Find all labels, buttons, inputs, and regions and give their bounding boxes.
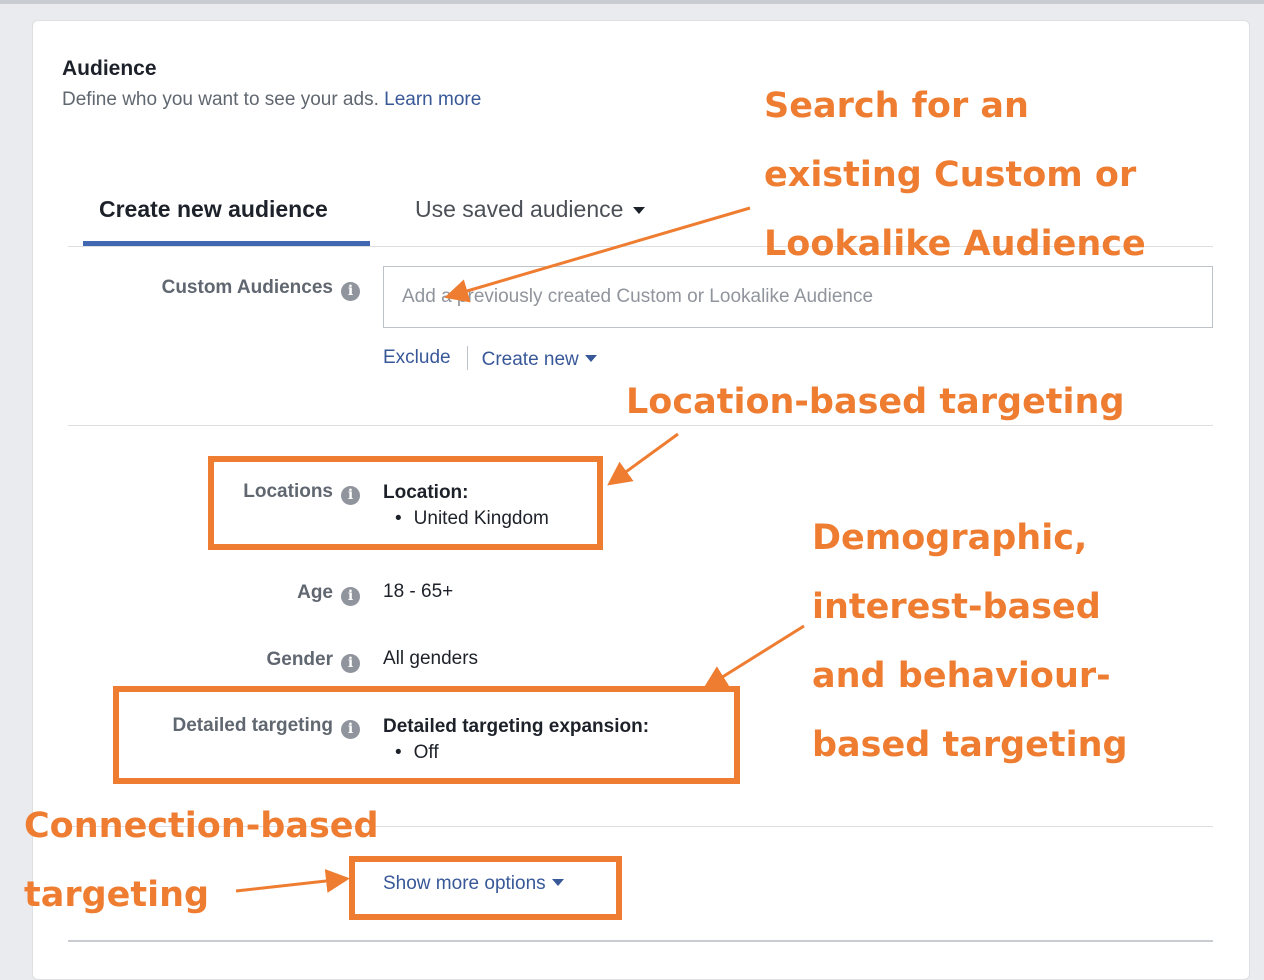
search-annotation: Search for an existing Custom or Lookali… — [764, 72, 1146, 279]
annotation-line: existing Custom or — [764, 155, 1137, 195]
connection-annotation: Connection-based targeting — [24, 792, 379, 930]
location-annotation: Location-based targeting — [626, 382, 1125, 422]
location-annotation-arrow — [607, 432, 679, 486]
annotation-line: Search for an — [764, 86, 1029, 126]
annotation-line: Lookalike Audience — [764, 224, 1146, 264]
annotation-line: based targeting — [812, 725, 1128, 765]
annotation-line: Demographic, — [812, 518, 1088, 558]
annotation-line: targeting — [24, 875, 210, 915]
annotation-line: and behaviour- — [812, 656, 1111, 696]
search-annotation-arrow — [444, 206, 751, 303]
demographic-annotation: Demographic, interest-based and behaviou… — [812, 504, 1128, 780]
demographic-annotation-arrow — [702, 624, 805, 690]
annotation-line: interest-based — [812, 587, 1101, 627]
annotation-line: Connection-based — [24, 806, 379, 846]
